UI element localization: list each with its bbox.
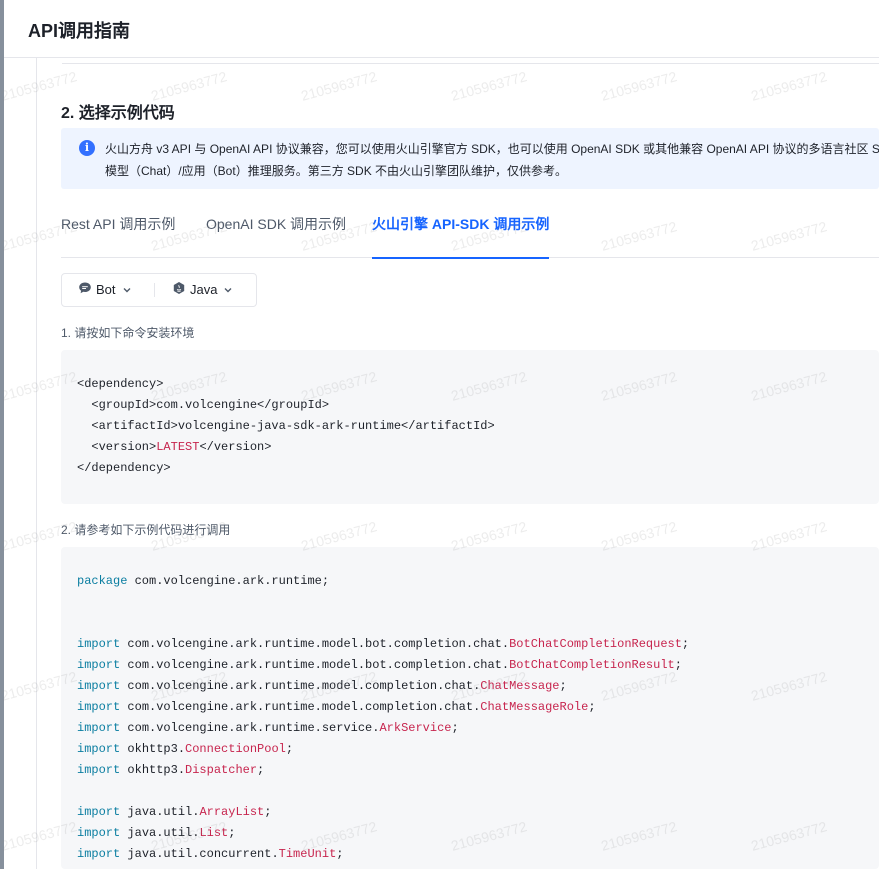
code-line: import okhttp3.Dispatcher;	[77, 763, 265, 777]
chat-bubble-icon	[78, 275, 92, 307]
code-line: import java.util.concurrent.TimeUnit;	[77, 847, 344, 861]
type-select-label: Bot	[96, 282, 116, 297]
info-line-2: 模型（Chat）/应用（Bot）推理服务。第三方 SDK 不由火山引擎团队维护，…	[105, 164, 568, 178]
language-select[interactable]: Java	[172, 274, 233, 306]
selector-bar: Bot Java	[61, 273, 257, 307]
code-line: <dependency>	[77, 377, 164, 391]
watermark-text: 2105963772	[749, 68, 829, 104]
code-line: import java.util.ArrayList;	[77, 805, 272, 819]
info-icon: i	[79, 140, 95, 156]
code-line: import com.volcengine.ark.runtime.model.…	[77, 700, 596, 714]
info-banner: i 火山方舟 v3 API 与 OpenAI API 协议兼容，您可以使用火山引…	[61, 128, 879, 189]
language-select-label: Java	[190, 282, 218, 297]
code-line: import java.util.List;	[77, 826, 236, 840]
page-title: API调用指南	[28, 21, 131, 41]
chevron-down-icon	[223, 275, 233, 307]
usage-code-block[interactable]: package com.volcengine.ark.runtime; impor…	[61, 547, 879, 869]
top-divider	[62, 63, 879, 64]
section-title: 2. 选择示例代码	[61, 105, 175, 122]
page-header: API调用指南	[4, 0, 879, 58]
install-code-block[interactable]: <dependency> <groupId>com.volcengine</gr…	[61, 350, 879, 504]
code-line: package com.volcengine.ark.runtime;	[77, 574, 330, 588]
tab-volcengine-sdk[interactable]: 火山引擎 API-SDK 调用示例	[372, 214, 550, 259]
type-select[interactable]: Bot	[78, 274, 132, 306]
code-line: import okhttp3.ConnectionPool;	[77, 742, 294, 756]
code-tabs: Rest API 调用示例 OpenAI SDK 调用示例 火山引擎 API-S…	[61, 214, 879, 259]
install-step-label: 1. 请按如下命令安装环境	[61, 326, 195, 340]
code-line: <groupId>com.volcengine</groupId>	[77, 398, 330, 412]
watermark-text: 2105963772	[299, 68, 379, 104]
code-line: </dependency>	[77, 461, 171, 475]
watermark-text: 2105963772	[599, 68, 679, 104]
usage-step-label: 2. 请参考如下示例代码进行调用	[61, 523, 231, 537]
watermark-text: 2105963772	[449, 68, 529, 104]
code-line: <artifactId>volcengine-java-sdk-ark-runt…	[77, 419, 495, 433]
info-text: 火山方舟 v3 API 与 OpenAI API 协议兼容，您可以使用火山引擎官…	[105, 138, 879, 182]
java-icon	[172, 275, 186, 307]
tab-rest-api[interactable]: Rest API 调用示例	[61, 214, 175, 258]
selector-divider	[154, 283, 155, 297]
code-line: import com.volcengine.ark.runtime.model.…	[77, 637, 690, 651]
code-line: import com.volcengine.ark.runtime.model.…	[77, 658, 682, 672]
left-rail	[0, 0, 4, 869]
code-line: import com.volcengine.ark.runtime.servic…	[77, 721, 459, 735]
code-line: import com.volcengine.ark.runtime.model.…	[77, 679, 567, 693]
info-line-1: 火山方舟 v3 API 与 OpenAI API 协议兼容，您可以使用火山引擎官…	[105, 142, 879, 156]
chevron-down-icon	[122, 275, 132, 307]
code-line: <version>LATEST</version>	[77, 440, 272, 454]
tab-openai-sdk[interactable]: OpenAI SDK 调用示例	[206, 214, 346, 258]
content-border	[36, 58, 37, 869]
